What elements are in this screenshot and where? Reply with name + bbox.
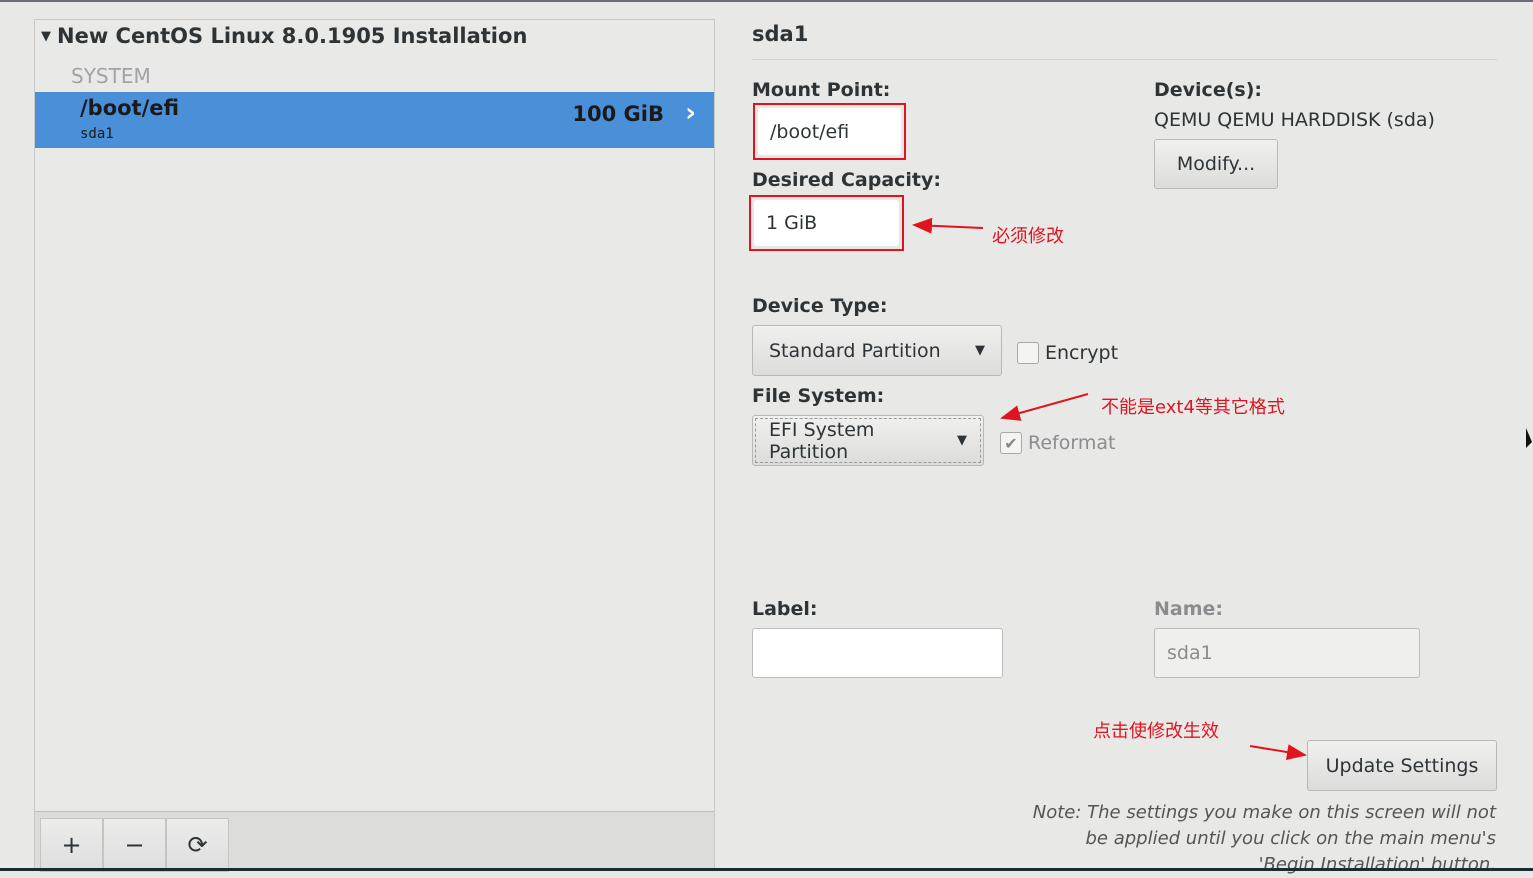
arrow-update — [1249, 744, 1307, 760]
arrow-filesystem — [1000, 393, 1089, 421]
arrow-capacity — [912, 217, 984, 234]
mouse-cursor-icon — [1526, 428, 1532, 448]
annotation-arrows — [912, 217, 1532, 760]
